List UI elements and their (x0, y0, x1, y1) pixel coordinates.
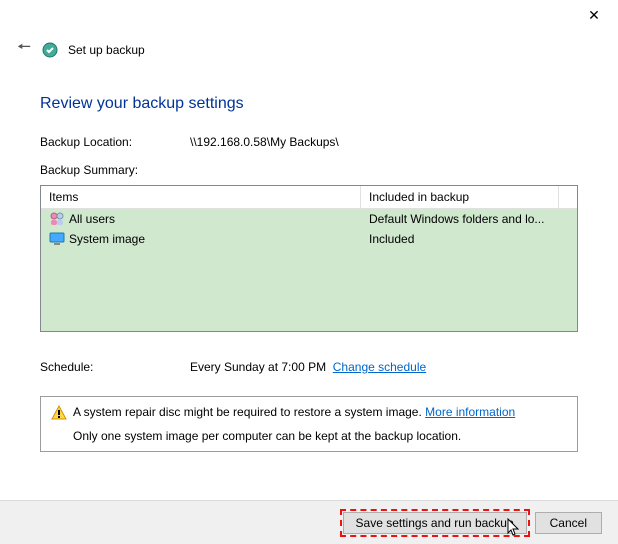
backup-location-label: Backup Location: (40, 135, 190, 149)
schedule-label: Schedule: (40, 360, 190, 374)
save-settings-run-backup-button[interactable]: Save settings and run backup (343, 512, 527, 534)
warning-icon (51, 405, 67, 421)
more-information-link[interactable]: More information (425, 405, 515, 419)
page-heading: Review your backup settings (40, 95, 578, 113)
schedule-value: Every Sunday at 7:00 PM (190, 360, 326, 374)
backup-summary-table: Items Included in backup All users Defau… (40, 185, 578, 332)
column-header-included[interactable]: Included in backup (361, 186, 559, 208)
backup-summary-label: Backup Summary: (40, 163, 578, 177)
back-arrow-icon[interactable]: 🠔 (16, 36, 32, 63)
table-row[interactable]: All users Default Windows folders and lo… (41, 209, 577, 229)
info-text-1: A system repair disc might be required t… (73, 405, 422, 419)
backup-shield-icon (42, 42, 58, 58)
info-text-2: Only one system image per computer can b… (51, 429, 567, 443)
backup-location-value: \\192.168.0.58\My Backups\ (190, 135, 578, 149)
row-included-value: Default Windows folders and lo... (361, 210, 577, 228)
table-row[interactable]: System image Included (41, 229, 577, 249)
row-item-label: System image (69, 232, 145, 246)
window-title: Set up backup (68, 43, 145, 57)
column-header-items[interactable]: Items (41, 186, 361, 208)
change-schedule-link[interactable]: Change schedule (333, 360, 426, 374)
info-box: A system repair disc might be required t… (40, 396, 578, 452)
row-item-label: All users (69, 212, 115, 226)
close-icon[interactable]: ✕ (584, 7, 604, 24)
monitor-icon (49, 231, 65, 247)
cancel-button[interactable]: Cancel (535, 512, 602, 534)
row-included-value: Included (361, 230, 577, 248)
column-header-spacer (559, 186, 577, 208)
users-icon (49, 211, 65, 227)
